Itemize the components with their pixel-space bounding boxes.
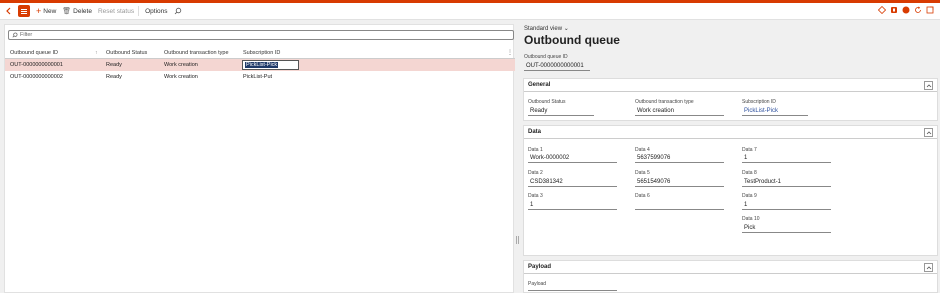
data-4-field[interactable]: 5637599076 bbox=[635, 153, 724, 163]
payload-section: Payload Payload bbox=[523, 260, 938, 293]
status-label: Outbound Status bbox=[528, 99, 566, 105]
data-10-label: Data 10 bbox=[742, 216, 760, 222]
column-header-subscription-id[interactable]: Subscription ID bbox=[243, 50, 280, 56]
general-section: General Outbound Status Ready Outbound t… bbox=[523, 78, 938, 121]
column-header-status[interactable]: Outbound Status bbox=[106, 50, 147, 56]
cell-queue-id[interactable]: OUT-0000000000002 bbox=[10, 74, 63, 80]
subscription-id-field[interactable]: PickList-Pick bbox=[742, 106, 808, 116]
data-title: Data bbox=[528, 129, 542, 135]
collapse-icon[interactable] bbox=[924, 81, 933, 90]
data-7-field[interactable]: 1 bbox=[742, 153, 831, 163]
filter-placeholder: Filter bbox=[20, 32, 33, 38]
new-label: New bbox=[43, 7, 57, 15]
data-8-field[interactable]: TestProduct-1 bbox=[742, 177, 831, 187]
toolbar-right-icons bbox=[878, 6, 934, 14]
back-button[interactable] bbox=[4, 6, 14, 16]
collapse-icon[interactable] bbox=[924, 128, 933, 137]
data-1-field[interactable]: Work-0000002 bbox=[528, 153, 617, 163]
options-label: Options bbox=[145, 7, 168, 15]
data-3-field[interactable]: 1 bbox=[528, 200, 617, 210]
payload-header[interactable]: Payload bbox=[524, 261, 937, 274]
cell-subscription-id: PickList-Put bbox=[243, 74, 273, 80]
panel-splitter[interactable] bbox=[516, 236, 519, 244]
collapse-icon[interactable] bbox=[924, 263, 933, 272]
notification-badge[interactable] bbox=[902, 6, 910, 14]
toolbar-divider bbox=[138, 6, 140, 16]
expand-icon[interactable] bbox=[926, 6, 934, 14]
trash-icon: 🗑 bbox=[62, 8, 72, 15]
data-9-field[interactable]: 1 bbox=[742, 200, 831, 210]
cell-transaction-type: Work creation bbox=[164, 62, 198, 68]
data-8-label: Data 8 bbox=[742, 170, 757, 176]
cell-subscription-id: PickList-Pick bbox=[245, 62, 279, 68]
cell-status: Ready bbox=[106, 62, 122, 68]
action-pane: + New 🗑 Delete Reset status Options bbox=[0, 3, 940, 20]
payload-title: Payload bbox=[528, 264, 552, 270]
diamond-icon[interactable] bbox=[878, 6, 886, 14]
general-header[interactable]: General bbox=[524, 79, 937, 92]
cell-status: Ready bbox=[106, 74, 122, 80]
details-panel: Standard view ⌄ Outbound queue Outbound … bbox=[520, 20, 940, 293]
chevron-down-icon: ⌄ bbox=[563, 26, 569, 32]
data-5-label: Data 5 bbox=[635, 170, 650, 176]
transaction-type-field[interactable]: Work creation bbox=[635, 106, 724, 116]
cell-transaction-type: Work creation bbox=[164, 74, 198, 80]
data-section: Data Data 1 Work-0000002 Data 2 CSD38134… bbox=[523, 125, 938, 256]
page-title: Outbound queue bbox=[524, 33, 620, 47]
delete-button[interactable]: 🗑 Delete bbox=[62, 7, 92, 16]
status-field[interactable]: Ready bbox=[528, 106, 594, 116]
view-label: Standard view bbox=[524, 26, 563, 32]
data-2-label: Data 2 bbox=[528, 170, 543, 176]
data-header[interactable]: Data bbox=[524, 126, 937, 139]
general-title: General bbox=[528, 82, 551, 88]
grid-panel: Filter Outbound queue ID ↑ Outbound Stat… bbox=[4, 24, 515, 293]
table-row[interactable]: OUT-0000000000002 Ready Work creation Pi… bbox=[5, 71, 515, 83]
cell-queue-id[interactable]: OUT-0000000000001 bbox=[10, 62, 63, 68]
column-options-icon[interactable]: ⋮ bbox=[507, 49, 513, 56]
options-button[interactable]: Options bbox=[145, 8, 167, 15]
subscription-id-label: Subscription ID bbox=[742, 99, 776, 105]
sort-up-icon[interactable]: ↑ bbox=[95, 50, 98, 56]
data-6-label: Data 6 bbox=[635, 193, 650, 199]
data-6-field[interactable] bbox=[635, 200, 724, 210]
reset-status-label: Reset status bbox=[97, 7, 135, 15]
column-header-queue-id[interactable]: Outbound queue ID bbox=[10, 50, 58, 56]
filter-input[interactable]: Filter bbox=[8, 30, 514, 40]
grid-header: Outbound queue ID ↑ Outbound Status Outb… bbox=[5, 47, 515, 59]
queue-id-label: Outbound queue ID bbox=[524, 54, 568, 60]
data-5-field[interactable]: 5651549076 bbox=[635, 177, 724, 187]
filter-search-icon bbox=[12, 32, 18, 38]
data-9-label: Data 9 bbox=[742, 193, 757, 199]
queue-id-field[interactable]: OUT-0000000000001 bbox=[524, 61, 590, 71]
back-arrow-icon bbox=[6, 7, 11, 15]
data-2-field[interactable]: CSD381342 bbox=[528, 177, 617, 187]
payload-field[interactable] bbox=[528, 281, 617, 291]
refresh-icon[interactable] bbox=[914, 6, 922, 14]
table-row[interactable]: OUT-0000000000001 Ready Work creation Pi… bbox=[5, 59, 515, 71]
reset-status-button[interactable]: Reset status bbox=[98, 8, 134, 15]
office-icon[interactable] bbox=[890, 6, 898, 14]
data-3-label: Data 3 bbox=[528, 193, 543, 199]
hamburger-menu-button[interactable] bbox=[18, 5, 30, 17]
plus-icon: + bbox=[36, 5, 42, 16]
column-header-transaction-type[interactable]: Outbound transaction type bbox=[164, 50, 229, 56]
search-icon[interactable] bbox=[174, 7, 182, 15]
data-10-field[interactable]: Pick bbox=[742, 223, 831, 233]
cell-subscription-id-editor[interactable]: PickList-Pick bbox=[242, 60, 299, 70]
view-selector[interactable]: Standard view ⌄ bbox=[524, 25, 569, 32]
delete-label: Delete bbox=[73, 7, 92, 15]
transaction-type-label: Outbound transaction type bbox=[635, 99, 694, 105]
new-button[interactable]: + New bbox=[36, 5, 57, 16]
